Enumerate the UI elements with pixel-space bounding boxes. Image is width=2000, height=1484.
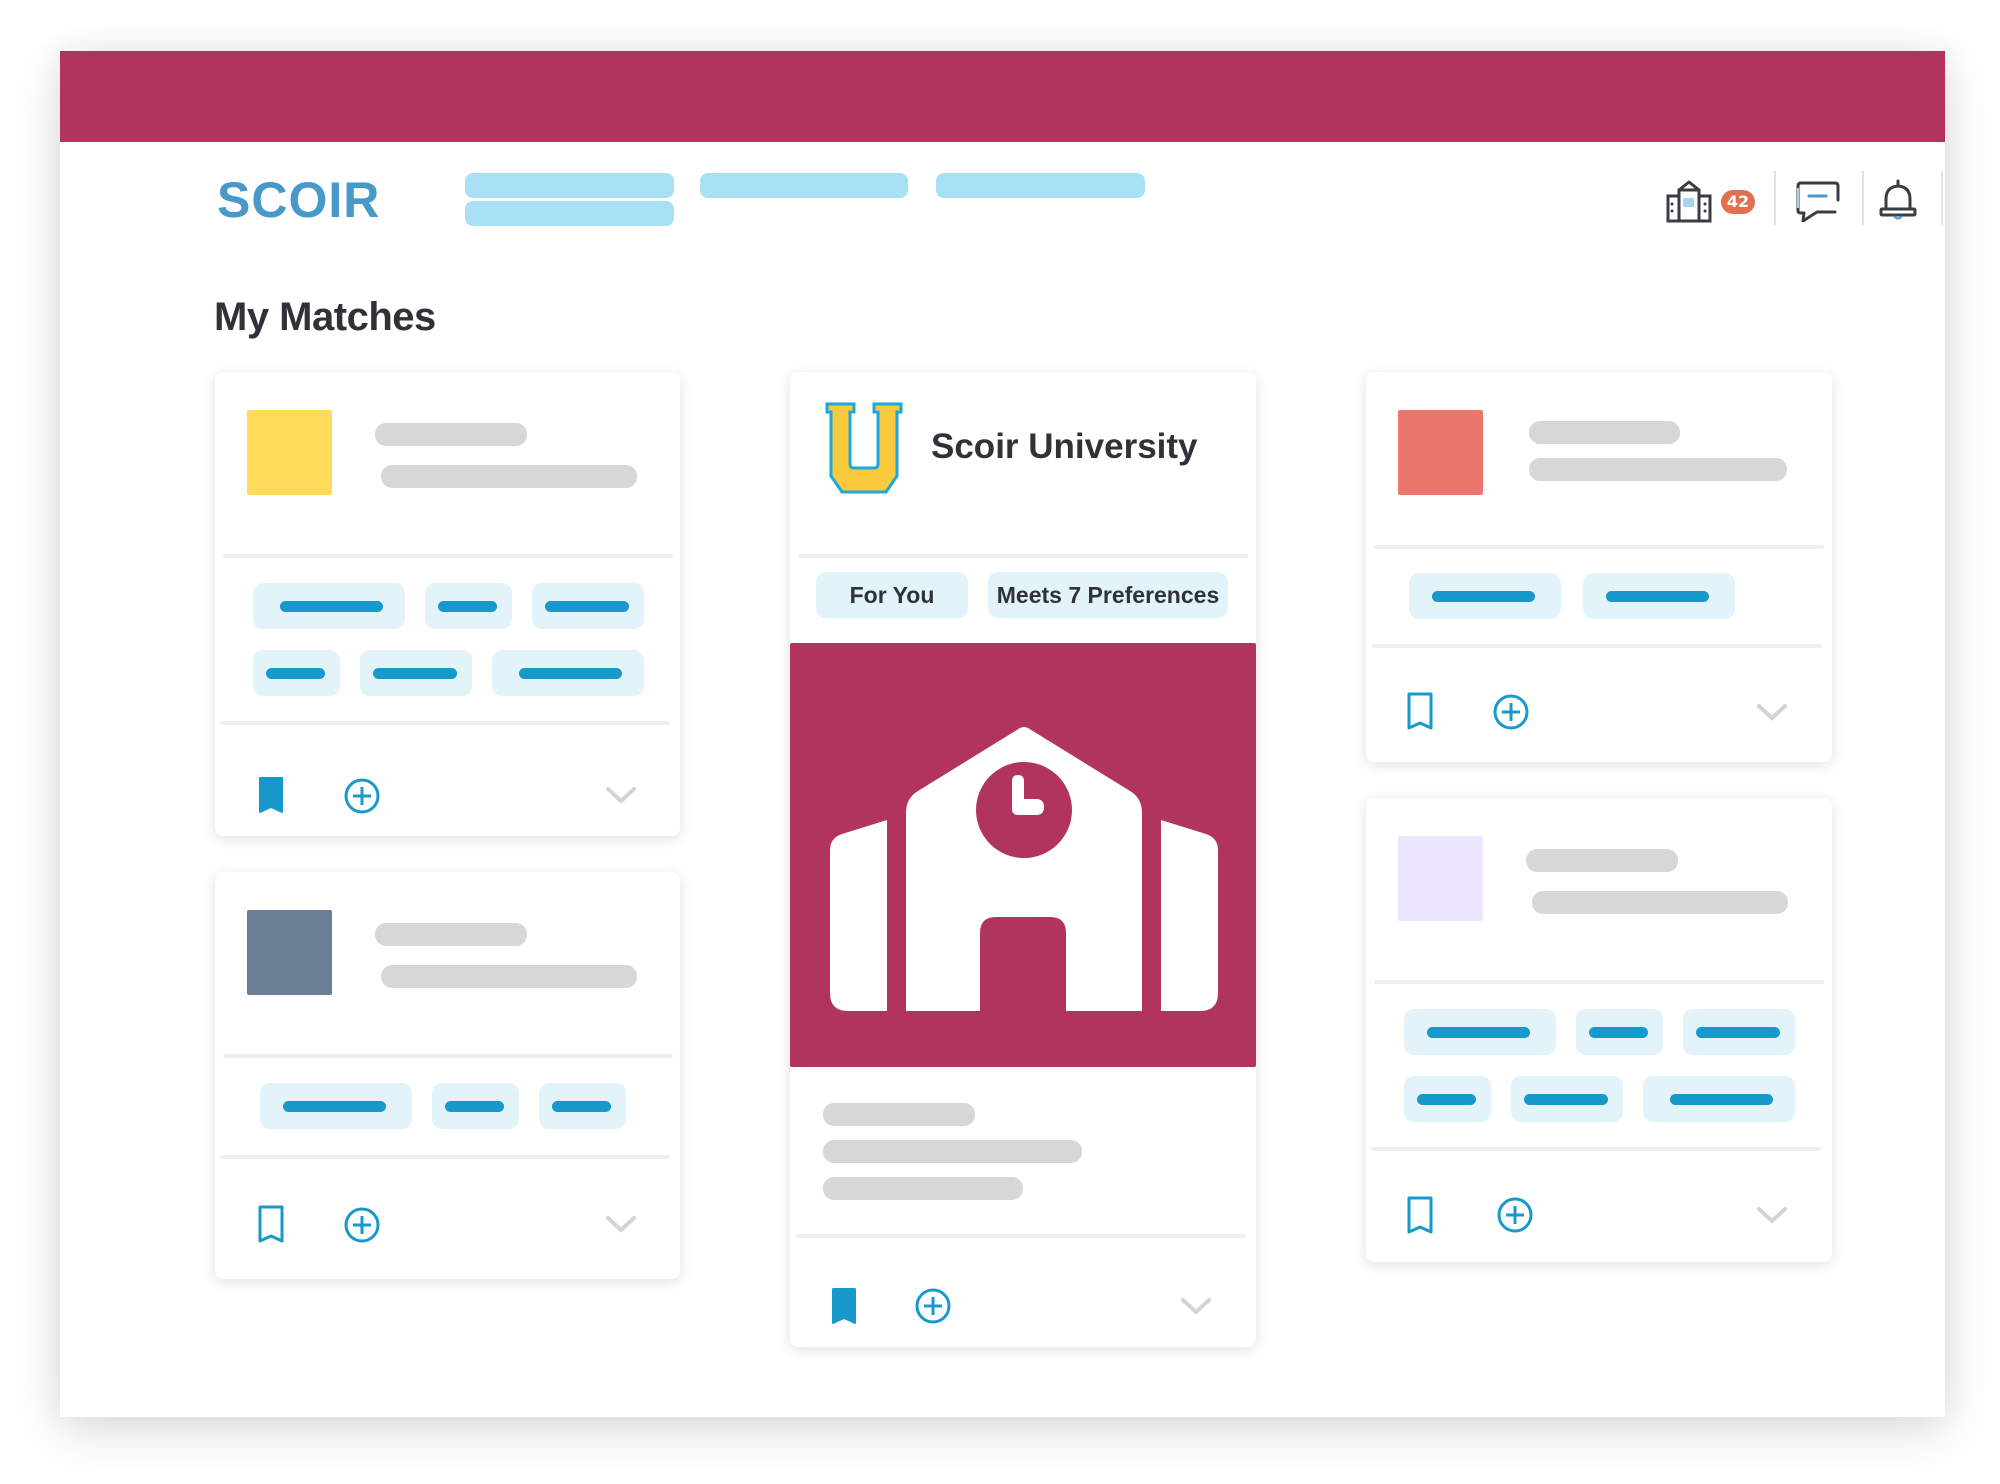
card-divider: [1374, 545, 1824, 549]
header-divider: [1941, 171, 1943, 225]
add-circle-icon[interactable]: [1492, 693, 1530, 731]
chip: [260, 1083, 412, 1129]
nav-item-2[interactable]: [700, 173, 908, 198]
card-divider: [798, 554, 1248, 558]
college-thumbnail: [247, 410, 332, 495]
chip: [539, 1083, 626, 1129]
notifications-icon[interactable]: [1877, 179, 1919, 221]
card-divider: [1371, 1147, 1821, 1151]
header-divider: [1862, 171, 1864, 225]
top-banner: [60, 51, 1945, 142]
placeholder-line: [1532, 891, 1788, 914]
card-divider: [223, 554, 673, 558]
bookmark-filled-icon[interactable]: [830, 1287, 858, 1325]
college-name[interactable]: Scoir University: [931, 427, 1198, 467]
bookmark-outline-icon[interactable]: [1406, 1196, 1434, 1234]
college-card[interactable]: [1366, 372, 1832, 762]
card-divider: [1374, 980, 1824, 984]
college-hero-image: [790, 643, 1256, 1067]
page-title: My Matches: [214, 295, 436, 339]
card-divider: [1372, 644, 1822, 648]
chip: [1404, 1076, 1491, 1122]
chip: [253, 583, 405, 629]
card-divider: [220, 1155, 670, 1159]
college-thumbnail: [247, 910, 332, 995]
chevron-down-icon[interactable]: [605, 785, 637, 807]
placeholder-line: [823, 1103, 975, 1126]
placeholder-line: [375, 923, 527, 946]
chip: [1576, 1009, 1663, 1055]
chip: [425, 583, 512, 629]
card-divider: [220, 721, 670, 725]
colleges-badge: 42: [1721, 190, 1755, 214]
chip: [1643, 1076, 1795, 1122]
placeholder-line: [823, 1140, 1082, 1163]
chevron-down-icon[interactable]: [605, 1214, 637, 1236]
placeholder-line: [1529, 458, 1787, 481]
nav-item-1-sub[interactable]: [465, 201, 674, 226]
chip: [492, 650, 644, 696]
messages-icon[interactable]: [1795, 180, 1841, 222]
school-building-icon: [830, 727, 1218, 1011]
bookmark-filled-icon[interactable]: [257, 776, 285, 814]
chip: [1511, 1076, 1623, 1122]
add-circle-icon[interactable]: [343, 1206, 381, 1244]
chevron-down-icon[interactable]: [1756, 702, 1788, 724]
placeholder-line: [375, 423, 527, 446]
featured-college-card[interactable]: Scoir University For You Meets 7 Prefere…: [790, 372, 1256, 1347]
card-divider: [796, 1234, 1246, 1238]
add-circle-icon[interactable]: [1496, 1196, 1534, 1234]
add-circle-icon[interactable]: [914, 1287, 952, 1325]
add-circle-icon[interactable]: [343, 777, 381, 815]
chip: [1683, 1009, 1795, 1055]
header-divider: [1774, 171, 1776, 225]
chip: [253, 650, 340, 696]
chip: [1409, 573, 1561, 619]
placeholder-line: [823, 1177, 1023, 1200]
college-thumbnail: [1398, 836, 1483, 921]
chip: [532, 583, 644, 629]
tag-for-you: For You: [816, 572, 968, 618]
placeholder-line: [1529, 421, 1680, 444]
chip: [432, 1083, 519, 1129]
college-card[interactable]: [215, 372, 680, 836]
chip: [1583, 573, 1735, 619]
tag-preferences: Meets 7 Preferences: [988, 572, 1228, 618]
chevron-down-icon[interactable]: [1756, 1205, 1788, 1227]
bookmark-outline-icon[interactable]: [1406, 692, 1434, 730]
logo-text: SCOIR: [217, 175, 380, 223]
chip: [360, 650, 472, 696]
nav-item-1[interactable]: [465, 173, 674, 198]
nav-item-3[interactable]: [936, 173, 1145, 198]
college-card[interactable]: [1366, 798, 1832, 1262]
university-logo: [825, 402, 903, 494]
card-divider: [223, 1054, 673, 1058]
app-window: SCOIR 42 My Matches Scoir University For…: [60, 51, 1945, 1417]
placeholder-line: [381, 965, 637, 988]
placeholder-line: [1526, 849, 1678, 872]
college-thumbnail: [1398, 410, 1483, 495]
scoir-logo[interactable]: SCOIR: [217, 175, 397, 223]
chevron-down-icon[interactable]: [1180, 1296, 1212, 1318]
bookmark-outline-icon[interactable]: [257, 1205, 285, 1243]
college-card[interactable]: [215, 872, 680, 1279]
chip: [1404, 1009, 1556, 1055]
placeholder-line: [381, 465, 637, 488]
colleges-icon[interactable]: [1665, 178, 1713, 224]
